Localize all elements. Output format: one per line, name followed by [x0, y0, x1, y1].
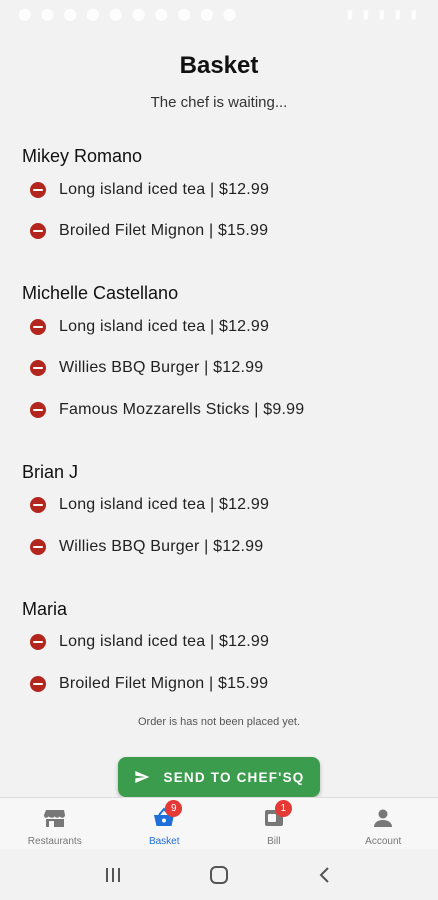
basket-groups: Mikey Romano Long island iced tea | $12.…	[22, 143, 422, 733]
person-icon	[374, 809, 393, 827]
nav-item-bill[interactable]: 1 Bill	[219, 798, 329, 849]
send-to-chef-button[interactable]: SEND TO CHEF'SQ	[118, 757, 320, 797]
basket-count-badge: 9	[165, 800, 183, 817]
nav-item-account[interactable]: Account	[329, 798, 438, 849]
remove-circle-icon[interactable]	[30, 497, 46, 514]
remove-circle-icon[interactable]	[30, 318, 46, 335]
group-name: Maria	[22, 598, 68, 619]
item-label: Long island iced tea | $12.99	[59, 317, 270, 335]
remove-circle-icon[interactable]	[30, 223, 46, 240]
remove-circle-icon[interactable]	[30, 360, 46, 377]
bottom-navigation: Restaurants 9 Basket 1 Bill Account	[0, 797, 438, 849]
group-name: Mikey Romano	[22, 146, 143, 166]
page-subtitle: The chef is waiting...	[150, 94, 288, 111]
basket-icon-wrap: 9	[152, 800, 183, 830]
basket-group: Maria Long island iced tea | $12.99 Broi…	[22, 596, 422, 705]
item-label: Famous Mozzarells Sticks | $9.99	[59, 400, 305, 418]
bill-icon-wrap: 1	[262, 800, 292, 830]
system-navigation-bar	[0, 849, 438, 900]
send-icon	[134, 771, 149, 783]
remove-circle-icon[interactable]	[30, 675, 46, 692]
basket-item: Long island iced tea | $12.99	[22, 306, 422, 348]
page-title: Basket	[179, 52, 259, 79]
item-label: Willies BBQ Burger | $12.99	[59, 537, 264, 555]
bill-count-badge: 1	[274, 800, 292, 817]
remove-circle-icon[interactable]	[30, 634, 46, 651]
order-status-note: Order is has not been placed yet.	[137, 716, 301, 728]
nav-item-basket[interactable]: 9 Basket	[110, 798, 220, 849]
item-label: Long island iced tea | $12.99	[59, 180, 270, 198]
recent-apps-button[interactable]	[101, 863, 125, 887]
nav-label: Basket	[148, 836, 180, 847]
send-button-label: SEND TO CHEF'SQ	[163, 769, 305, 785]
status-icons-left: ⬤ ⬤ ⬤ ⬤ ⬤ ⬤ ⬤ ⬤ ⬤ ⬤	[18, 7, 240, 21]
basket-item: Long island iced tea | $12.99	[22, 169, 422, 211]
nav-label: Bill	[267, 836, 281, 847]
item-label: Long island iced tea | $12.99	[59, 496, 270, 514]
remove-circle-icon[interactable]	[30, 181, 46, 198]
home-button[interactable]	[207, 863, 231, 887]
group-name: Michelle Castellano	[22, 283, 179, 303]
basket-group: Brian J Long island iced tea | $12.99 Wi…	[22, 459, 422, 568]
basket-item: Famous Mozzarells Sticks | $9.99	[22, 389, 422, 431]
basket-group: Mikey Romano Long island iced tea | $12.…	[22, 143, 422, 252]
status-icons-right: ▮ ▮ ▮ ▮ ▮	[346, 7, 420, 21]
basket-item: Willies BBQ Burger | $12.99	[22, 348, 422, 390]
status-bar: ⬤ ⬤ ⬤ ⬤ ⬤ ⬤ ⬤ ⬤ ⬤ ⬤ ▮ ▮ ▮ ▮ ▮	[0, 0, 438, 28]
item-label: Broiled Filet Mignon | $15.99	[59, 674, 269, 692]
back-icon	[319, 866, 329, 883]
basket-item: Broiled Filet Mignon | $15.99	[22, 211, 422, 253]
item-label: Broiled Filet Mignon | $15.99	[59, 222, 269, 240]
recent-apps-icon	[106, 867, 120, 882]
item-label: Willies BBQ Burger | $12.99	[59, 359, 264, 377]
basket-item: Willies BBQ Burger | $12.99	[22, 526, 422, 568]
nav-item-restaurants[interactable]: Restaurants	[0, 798, 110, 849]
page-header: Basket The chef is waiting...	[0, 52, 438, 111]
item-label: Long island iced tea | $12.99	[59, 633, 270, 651]
basket-item: Long island iced tea | $12.99	[22, 485, 422, 527]
basket-group: Michelle Castellano Long island iced tea…	[22, 280, 422, 431]
remove-circle-icon[interactable]	[30, 538, 46, 555]
back-button[interactable]	[313, 863, 337, 887]
home-icon	[210, 865, 228, 884]
basket-item: Long island iced tea | $12.99	[22, 622, 422, 664]
nav-label: Account	[365, 836, 402, 847]
basket-item: Broiled Filet Mignon | $15.99	[22, 663, 422, 705]
group-name: Brian J	[22, 461, 79, 482]
remove-circle-icon[interactable]	[30, 401, 46, 418]
nav-label: Restaurants	[27, 836, 82, 847]
storefront-icon	[43, 810, 65, 827]
